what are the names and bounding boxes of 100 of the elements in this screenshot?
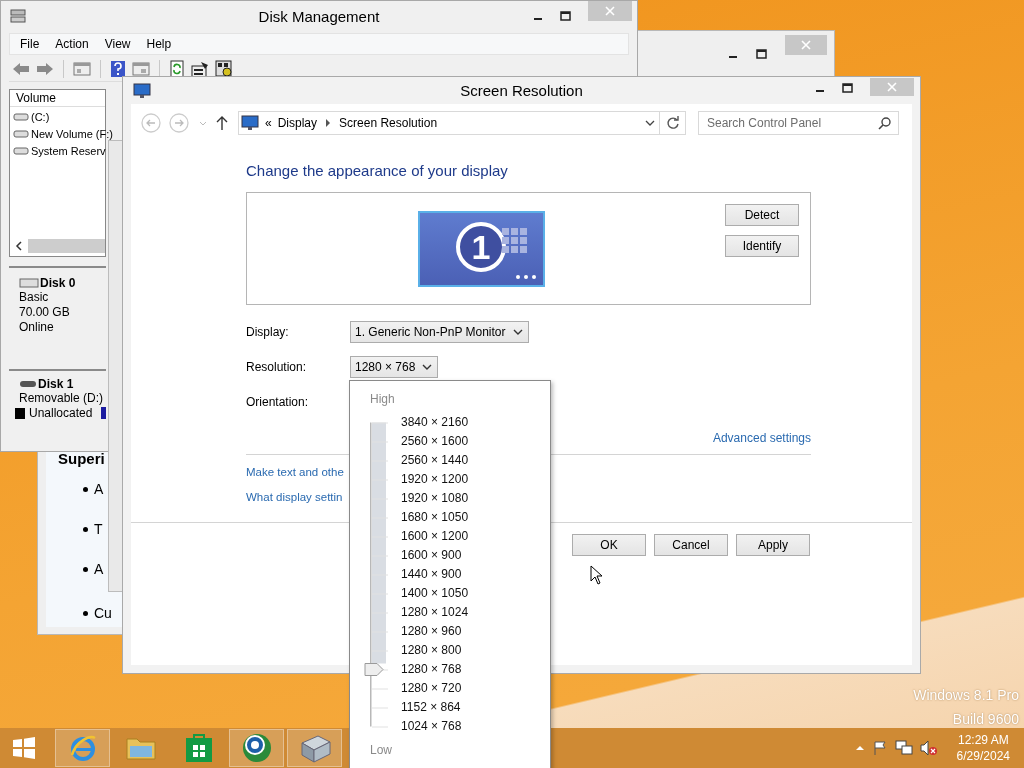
resolution-option[interactable]: 1280 × 720 — [401, 679, 462, 698]
panel-view-icon[interactable] — [132, 60, 150, 77]
close-icon — [605, 6, 615, 16]
dialog-button[interactable]: Identify — [725, 235, 799, 257]
settings-icon[interactable] — [215, 59, 233, 78]
refresh-icon — [665, 115, 680, 130]
tiles-icon — [502, 228, 528, 254]
bullet-icon — [83, 610, 88, 616]
monitor-preview[interactable]: 1 — [418, 211, 545, 287]
resolution-option[interactable]: 1920 × 1080 — [401, 489, 469, 508]
menu-item[interactable]: File — [12, 37, 48, 51]
resolution-option[interactable]: 1280 × 768 — [401, 660, 462, 679]
slider-thumb[interactable] — [364, 663, 384, 676]
breadcrumb-item[interactable]: Display — [277, 115, 318, 130]
flag-icon[interactable] — [871, 740, 888, 756]
bullet-icon — [83, 526, 88, 532]
drive-icon — [13, 128, 29, 139]
dialog-button[interactable]: OK — [572, 534, 646, 556]
panel-view-icon[interactable] — [73, 60, 91, 77]
drive-label[interactable]: System Reserv — [31, 144, 106, 157]
windows-logo-icon[interactable] — [12, 736, 36, 760]
up-arrow-icon[interactable] — [216, 114, 228, 131]
caret-icon[interactable] — [645, 118, 655, 127]
disk-name: Disk 1 — [38, 377, 74, 391]
back-arrow-icon[interactable] — [12, 60, 30, 77]
resolution-option[interactable]: 1280 × 960 — [401, 622, 462, 641]
help-icon[interactable] — [110, 59, 126, 78]
monitor-icon — [241, 114, 259, 131]
caret-icon[interactable] — [512, 328, 523, 336]
advanced-settings-link[interactable]: Advanced settings — [712, 431, 811, 448]
address-bar[interactable]: « Display Screen Resolution — [238, 110, 660, 135]
column-header[interactable]: Volume — [10, 90, 105, 107]
close-icon — [887, 82, 897, 92]
caret-icon[interactable] — [422, 363, 433, 371]
help-link[interactable]: What display settin — [246, 491, 343, 503]
clock-time: 12:29 AM — [957, 732, 1009, 748]
resolution-option[interactable]: 1280 × 1024 — [401, 603, 469, 622]
watermark-text: Build 9600 — [951, 710, 1019, 729]
disk-detail: Online — [19, 320, 55, 335]
bullet-icon — [83, 566, 88, 572]
dialog-button[interactable]: Detect — [725, 204, 799, 226]
maximize-icon[interactable] — [842, 83, 853, 93]
drive-icon — [13, 111, 29, 122]
drive-icon — [19, 380, 37, 388]
maximize-icon[interactable] — [560, 11, 571, 21]
overflow-chevron[interactable]: « — [265, 115, 272, 130]
list-item-text: A — [94, 481, 104, 497]
network-icon[interactable] — [894, 740, 913, 756]
field-label: Orientation: — [246, 395, 310, 409]
resolution-option[interactable]: 3840 × 2160 — [401, 413, 469, 432]
properties-icon[interactable] — [191, 59, 209, 78]
search-icon[interactable] — [878, 115, 892, 130]
resolution-option[interactable]: 1024 × 768 — [401, 717, 462, 736]
dialog-button[interactable]: Cancel — [654, 534, 728, 556]
field-label: Display: — [246, 325, 290, 339]
refresh-icon[interactable] — [169, 59, 185, 78]
list-item-text: T — [94, 521, 103, 537]
watermark-text: Windows 8.1 Pro — [913, 686, 1019, 705]
disk-detail: Removable (D:) — [19, 391, 105, 406]
high-label: High — [369, 391, 396, 407]
globe-app-icon[interactable] — [229, 729, 284, 767]
refresh-button[interactable] — [660, 110, 686, 135]
menu-item[interactable]: Action — [47, 37, 97, 51]
resolution-option[interactable]: 1680 × 1050 — [401, 508, 469, 527]
dialog-button[interactable]: Apply — [736, 534, 810, 556]
scrollbar-thumb[interactable] — [28, 239, 105, 253]
field-label: Resolution: — [246, 360, 308, 374]
dropdown[interactable]: 1280 × 768 — [350, 356, 439, 378]
resolution-option[interactable]: 2560 × 1600 — [401, 432, 469, 451]
menu-item[interactable]: Help — [138, 37, 180, 51]
list-item-text: Cu — [94, 605, 112, 621]
menu-item[interactable]: View — [96, 37, 139, 51]
resolution-option[interactable]: 1600 × 900 — [401, 546, 462, 565]
resolution-option[interactable]: 1280 × 800 — [401, 641, 462, 660]
resolution-option[interactable]: 1920 × 1200 — [401, 470, 469, 489]
browser-app-icon[interactable] — [55, 729, 110, 767]
disk-name: Disk 0 — [40, 276, 76, 290]
caret-up-icon[interactable] — [854, 744, 865, 752]
drive-label[interactable]: (C:) — [31, 110, 50, 123]
search-field[interactable]: Search Control Panel — [698, 110, 899, 135]
forward-arrow-icon[interactable] — [36, 60, 54, 77]
monitor-number: 1 — [456, 222, 506, 272]
maximize-icon[interactable] — [756, 48, 767, 59]
resolution-option[interactable]: 1400 × 1050 — [401, 584, 469, 603]
breadcrumb-item[interactable]: Screen Resolution — [339, 115, 438, 130]
resolution-option[interactable]: 1600 × 1200 — [401, 527, 469, 546]
resolution-option[interactable]: 1440 × 900 — [401, 565, 462, 584]
partition-bar — [101, 407, 106, 419]
clock-date: 6/29/2024 — [956, 748, 1010, 764]
speaker-muted-icon[interactable] — [919, 740, 938, 756]
dots-icon — [515, 274, 537, 280]
list-item-text: A — [94, 561, 104, 577]
resolution-option[interactable]: 1152 × 864 — [401, 698, 461, 717]
help-link[interactable]: Make text and othe — [246, 466, 344, 478]
low-label: Low — [369, 742, 393, 758]
resolution-option[interactable]: 2560 × 1440 — [401, 451, 469, 470]
drive-label[interactable]: New Volume (F:) — [31, 127, 113, 140]
dropdown[interactable]: 1. Generic Non-PnP Monitor — [350, 321, 529, 343]
mouse-pointer-icon — [590, 565, 603, 585]
partition-label: Unallocated — [29, 406, 93, 420]
